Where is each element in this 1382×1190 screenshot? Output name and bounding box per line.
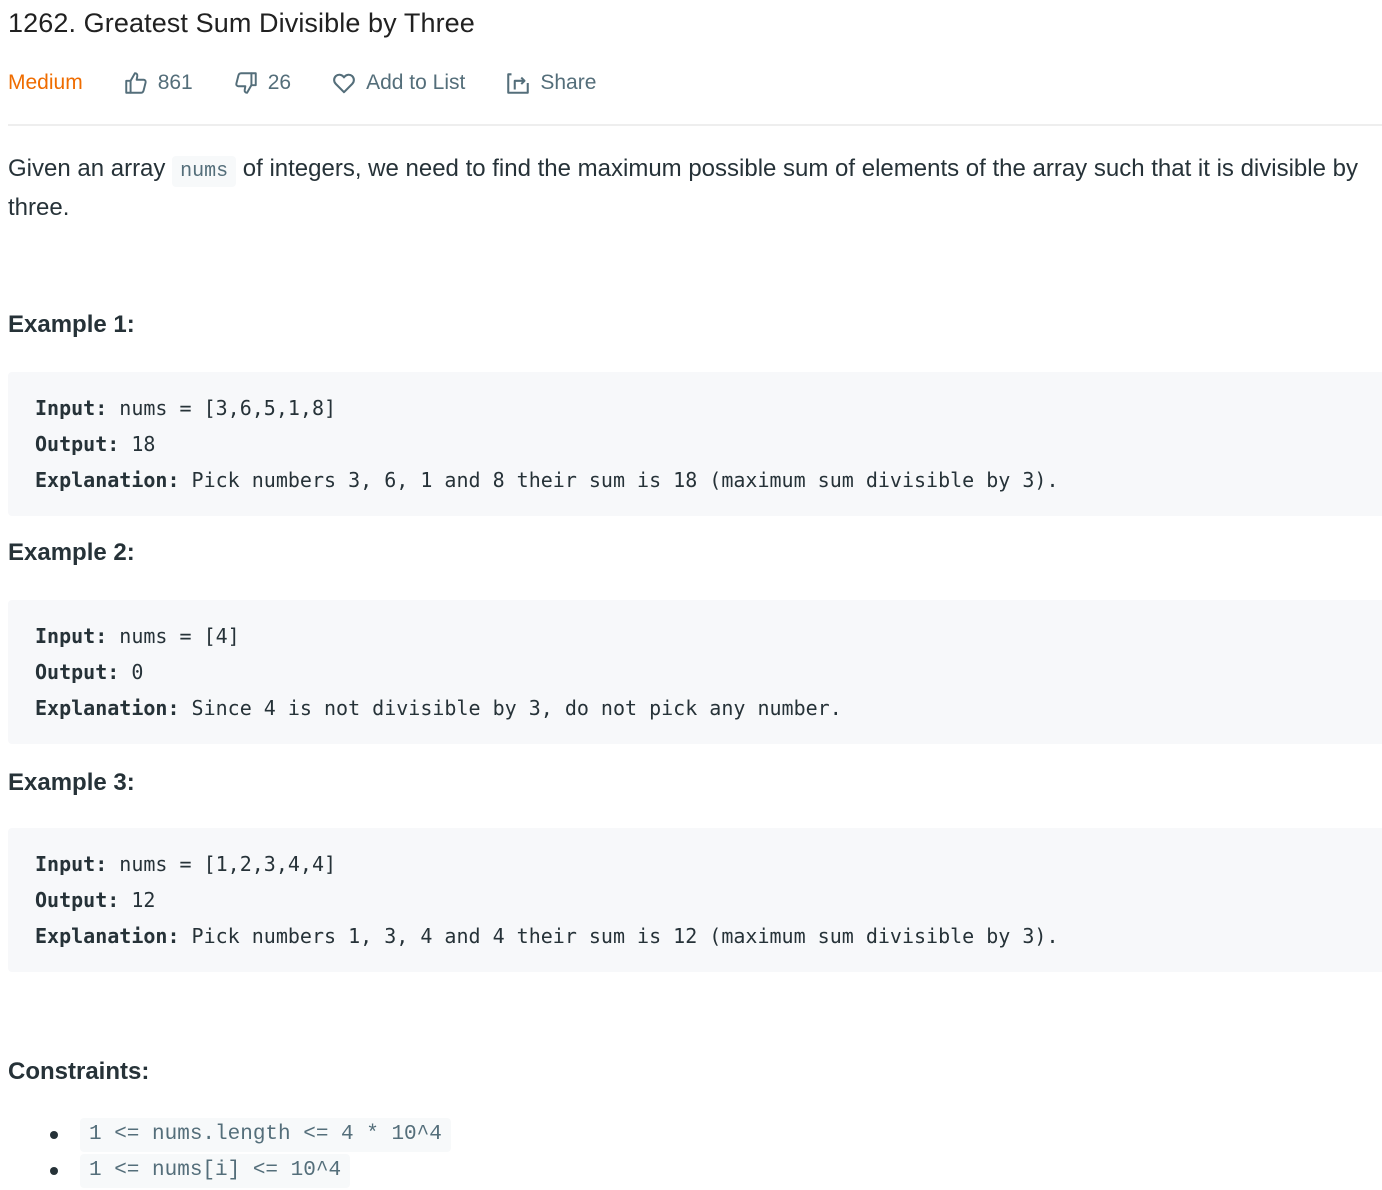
add-to-list-button[interactable]: Add to List — [331, 70, 465, 96]
example-3-heading: Example 3: — [8, 769, 135, 796]
constraints-list: 1 <= nums.length <= 4 * 10^4 1 <= nums[i… — [8, 1117, 451, 1189]
header-divider — [8, 124, 1382, 126]
example-1-code-block: Input: nums = [3,6,5,1,8] Output: 18 Exp… — [8, 372, 1382, 516]
share-icon — [507, 73, 530, 94]
thumbs-down-icon — [235, 72, 257, 94]
problem-statement: Given an array nums of integers, we need… — [8, 155, 1358, 221]
example-3-code-block: Input: nums = [1,2,3,4,4] Output: 12 Exp… — [8, 828, 1382, 972]
like-count: 861 — [157, 71, 193, 94]
constraints-heading: Constraints: — [8, 1058, 150, 1085]
example-1-heading: Example 1: — [8, 311, 135, 338]
dislike-button[interactable]: 26 — [233, 70, 291, 96]
constraint-item: 1 <= nums.length <= 4 * 10^4 — [8, 1117, 451, 1153]
constraint-code: 1 <= nums.length <= 4 * 10^4 — [80, 1118, 451, 1152]
bullet-icon — [50, 1131, 58, 1139]
example-2-code-block: Input: nums = [4] Output: 0 Explanation:… — [8, 600, 1382, 744]
thumbs-up-icon — [124, 72, 147, 94]
like-button[interactable]: 861 — [123, 70, 193, 96]
problem-title: 1262. Greatest Sum Divisible by Three — [8, 8, 475, 38]
add-to-list-label: Add to List — [366, 71, 466, 94]
difficulty-badge: Medium — [8, 71, 83, 94]
inline-code-nums: nums — [172, 156, 237, 187]
constraint-code: 1 <= nums[i] <= 10^4 — [80, 1154, 351, 1188]
share-button[interactable]: Share — [505, 70, 596, 96]
bullet-icon — [50, 1167, 58, 1175]
dislike-count: 26 — [267, 71, 292, 94]
share-label: Share — [540, 71, 597, 94]
example-2-heading: Example 2: — [8, 539, 135, 566]
constraint-item: 1 <= nums[i] <= 10^4 — [8, 1153, 451, 1189]
problem-meta-bar: Medium 861 26 Add to List Share — [8, 66, 636, 100]
heart-icon — [333, 73, 356, 94]
